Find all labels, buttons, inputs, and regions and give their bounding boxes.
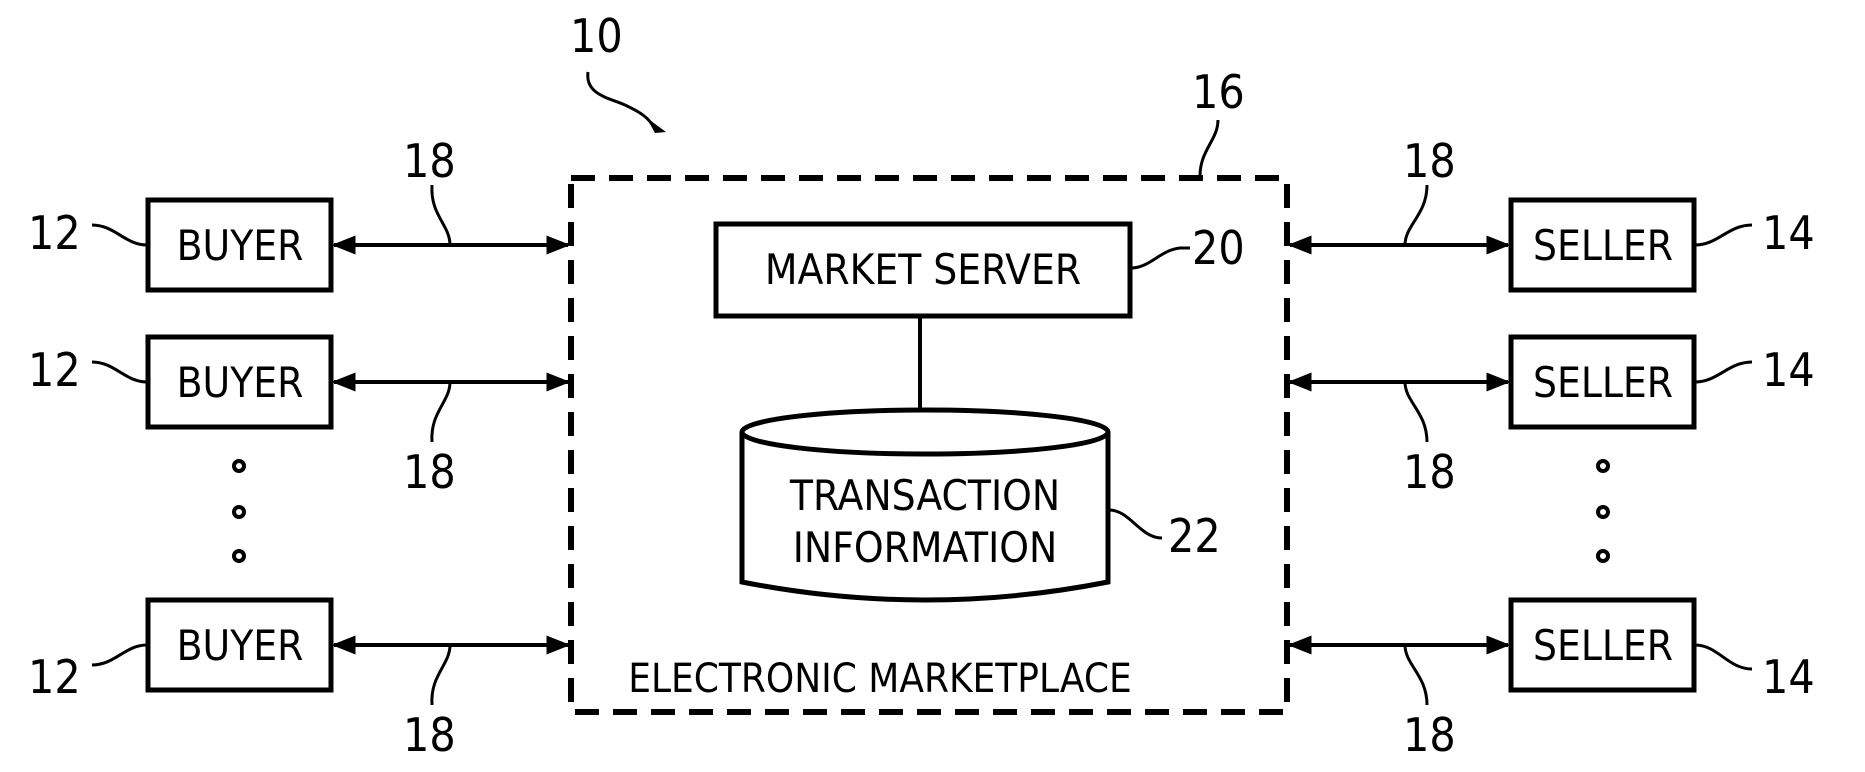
seller-ref-leader xyxy=(1694,223,1753,247)
seller-node: SELLER 14 18 xyxy=(1287,334,1815,499)
link-ref-label: 18 xyxy=(1403,708,1456,762)
seller-ref-leader xyxy=(1694,643,1753,671)
link-ref-leader xyxy=(1403,644,1429,706)
system-ref-arrowhead-icon xyxy=(647,118,666,133)
marketplace-caption: ELECTRONIC MARKETPLACE xyxy=(628,656,1131,702)
seller-label: SELLER xyxy=(1533,221,1673,270)
buyer-ref-label: 12 xyxy=(28,343,81,397)
seller-ref-leader xyxy=(1694,360,1753,384)
market-server-ref-leader xyxy=(1130,246,1190,270)
seller-node: SELLER 14 18 xyxy=(1287,597,1815,762)
link-ref-leader xyxy=(430,644,452,706)
database-label-line2: INFORMATION xyxy=(793,523,1058,572)
seller-label: SELLER xyxy=(1533,358,1673,407)
marketplace-ref-leader xyxy=(1198,119,1220,177)
seller-ref-label: 14 xyxy=(1762,206,1815,260)
buyer-node: BUYER 12 18 xyxy=(28,334,571,499)
electronic-marketplace-diagram: 10 16 MARKET SERVER 20 TRANSACTION INFOR… xyxy=(28,9,1815,762)
link-ref-label: 18 xyxy=(403,445,456,499)
transaction-database-cylinder: TRANSACTION INFORMATION xyxy=(739,407,1111,603)
seller-label: SELLER xyxy=(1533,621,1673,670)
buyer-ref-leader xyxy=(91,360,148,384)
link-ref-label: 18 xyxy=(403,708,456,762)
database-ref-leader xyxy=(1108,508,1163,540)
seller-ref-label: 14 xyxy=(1762,343,1815,397)
market-server-ref-label: 20 xyxy=(1192,221,1245,275)
buyer-continuation-dots xyxy=(232,459,246,563)
link-ref-label: 18 xyxy=(1403,134,1456,188)
buyer-ref-label: 12 xyxy=(28,650,81,704)
link-ref-leader xyxy=(1403,381,1429,443)
system-ref-leader xyxy=(586,71,657,131)
buyer-ref-leader xyxy=(91,223,148,247)
link-ref-leader xyxy=(430,381,452,443)
market-server-box: MARKET SERVER xyxy=(713,221,1133,319)
buyer-ref-label: 12 xyxy=(28,206,81,260)
database-ref-label: 22 xyxy=(1168,509,1221,563)
buyer-label: BUYER xyxy=(177,358,304,407)
link-ref-label: 18 xyxy=(403,134,456,188)
seller-node: SELLER 14 18 xyxy=(1287,134,1815,293)
buyer-label: BUYER xyxy=(177,221,304,270)
buyer-node: BUYER 12 18 xyxy=(28,134,571,293)
buyer-label: BUYER xyxy=(177,621,304,670)
seller-ref-label: 14 xyxy=(1762,650,1815,704)
buyer-node: BUYER 12 18 xyxy=(28,597,571,762)
link-ref-leader xyxy=(430,184,452,246)
database-label-line1: TRANSACTION xyxy=(789,471,1060,520)
seller-continuation-dots xyxy=(1596,459,1610,563)
system-ref-label: 10 xyxy=(570,9,623,63)
marketplace-ref-label: 16 xyxy=(1192,65,1245,119)
buyer-ref-leader xyxy=(91,643,148,667)
market-server-label: MARKET SERVER xyxy=(765,245,1081,294)
link-ref-leader xyxy=(1403,184,1429,246)
link-ref-label: 18 xyxy=(1403,445,1456,499)
